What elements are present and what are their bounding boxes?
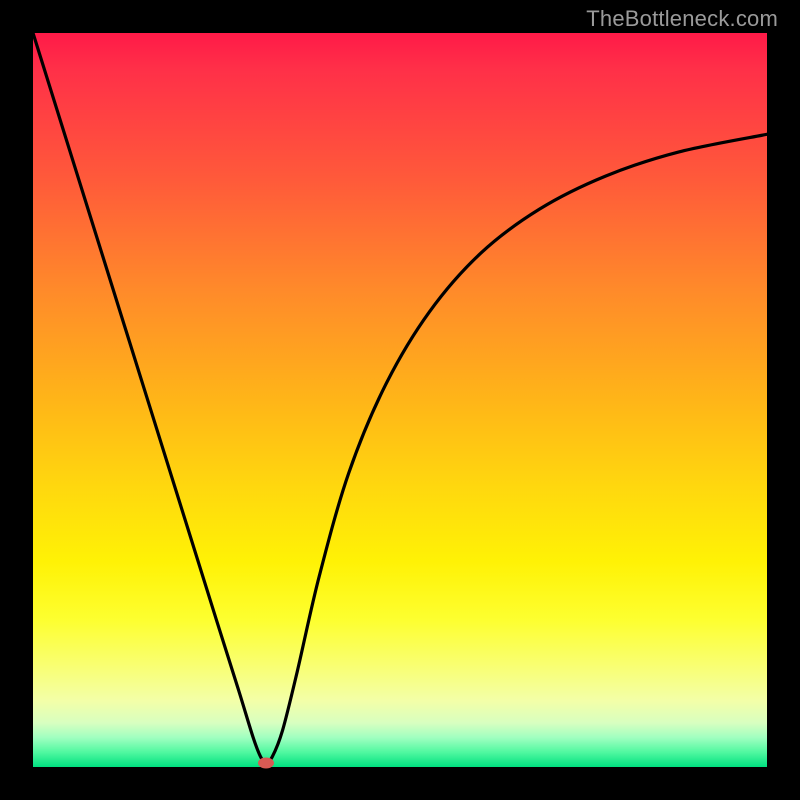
bottleneck-curve-path [33,33,767,763]
plot-area [33,33,767,767]
curve-svg [33,33,767,767]
chart-frame: TheBottleneck.com [0,0,800,800]
branding-text: TheBottleneck.com [586,6,778,32]
minimum-marker [258,757,274,768]
